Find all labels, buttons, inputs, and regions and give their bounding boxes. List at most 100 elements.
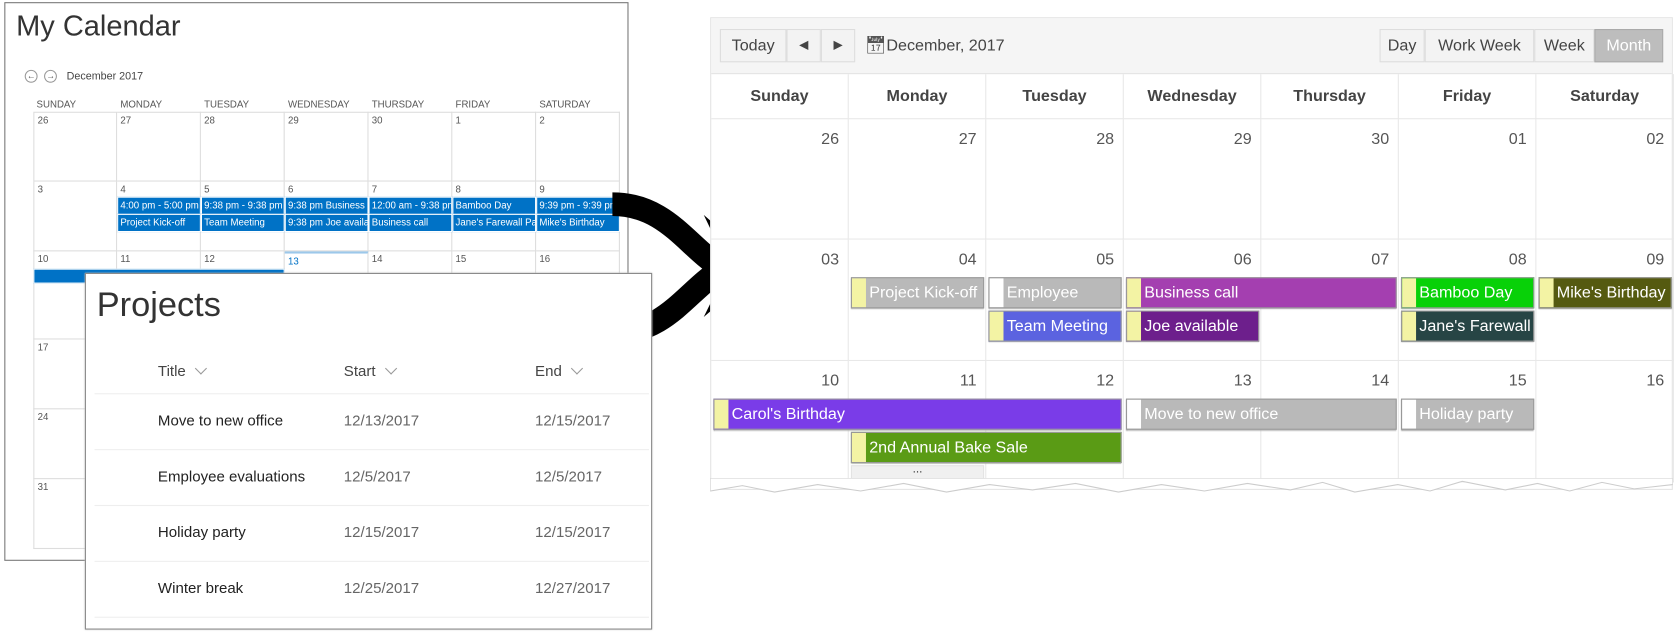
scheduler-event[interactable]: Bamboo Day <box>1401 277 1535 309</box>
view-day-button[interactable]: Day <box>1379 29 1425 63</box>
day-number: 08 <box>1508 250 1527 269</box>
table-row[interactable]: Winter break 12/25/2017 12/27/2017 <box>94 560 649 617</box>
calendar-event[interactable]: 9:38 pm Joe available <box>284 213 369 233</box>
day-cell[interactable]: 30 <box>1261 119 1399 240</box>
projects-title: Projects <box>96 284 221 324</box>
calendar-event[interactable]: 9:38 pm Business call <box>284 196 369 215</box>
day-cell[interactable]: 30 <box>368 111 453 182</box>
day-header: WEDNESDAY <box>287 98 350 110</box>
calendar-event[interactable]: Business call <box>368 213 453 233</box>
event-title: Mike's Birthday <box>1556 283 1666 302</box>
event-marker <box>1402 278 1417 308</box>
scheduler-event[interactable]: Carol's Birthday <box>713 398 1122 430</box>
day-number: 6 <box>287 183 294 195</box>
day-number: 13 <box>287 255 299 267</box>
day-header: Wednesday <box>1123 74 1262 120</box>
day-cell[interactable]: 27 <box>848 119 987 240</box>
day-number: 26 <box>37 114 49 126</box>
caret-left-icon[interactable]: ◀ <box>786 29 821 63</box>
day-cell[interactable]: 1 <box>452 111 537 182</box>
project-end: 12/15/2017 <box>535 523 611 541</box>
calendar-event[interactable]: Bamboo Day <box>452 196 537 215</box>
column-header-end[interactable]: End <box>535 362 583 379</box>
day-cell[interactable]: 26 <box>711 119 849 240</box>
calendar-event[interactable]: 12:00 am - 9:38 pm <box>368 196 453 215</box>
project-start: 12/15/2017 <box>343 523 420 541</box>
scheduler-event[interactable]: Move to new office <box>1125 398 1397 430</box>
day-cell[interactable]: 16 <box>1536 360 1674 483</box>
calendar-event[interactable]: 4:00 pm - 5:00 pm <box>117 196 201 215</box>
day-cell[interactable]: 02 <box>1536 119 1674 240</box>
day-cell[interactable]: 01 <box>1398 119 1537 240</box>
event-marker <box>851 278 866 308</box>
project-title: Employee evaluations <box>157 467 306 485</box>
table-row[interactable]: Employee evaluations 12/5/2017 12/5/2017 <box>94 449 649 505</box>
day-cell[interactable]: 27 <box>117 111 201 182</box>
day-number: 31 <box>37 481 49 493</box>
event-marker <box>1402 399 1417 429</box>
view-work-week-button[interactable]: Work Week <box>1424 29 1535 63</box>
event-title: Joe available <box>1144 316 1239 336</box>
calendar-event[interactable]: Jane's Farewall Party <box>452 213 537 233</box>
table-row[interactable]: Holiday party 12/15/2017 12/15/2017 <box>94 504 649 561</box>
day-cell[interactable]: 29 <box>1123 119 1262 240</box>
day-header: SATURDAY <box>539 98 591 110</box>
scheduler-event[interactable]: Mike's Birthday <box>1538 277 1672 309</box>
calendar-event[interactable]: Project Kick-off <box>117 213 201 233</box>
day-cell[interactable]: 03 <box>711 239 849 361</box>
month-label: December 2017 <box>66 70 144 83</box>
event-title: Business call <box>1144 283 1239 302</box>
scheduler-event[interactable]: Business call <box>1125 277 1397 309</box>
project-title: Move to new office <box>157 411 284 429</box>
column-header-start[interactable]: Start <box>343 362 397 380</box>
day-header: Thursday <box>1261 74 1399 120</box>
day-cell[interactable]: 29 <box>284 111 369 182</box>
day-cell[interactable]: 2 <box>536 111 620 182</box>
view-month-button[interactable]: Month <box>1594 29 1664 63</box>
scheduler-event[interactable]: Employee <box>988 277 1122 309</box>
more-events-button[interactable]: ... <box>850 464 985 480</box>
calendar-event[interactable]: 9:38 pm - 9:38 pm <box>200 196 285 215</box>
event-marker <box>1127 311 1142 341</box>
arrow-left-circle-icon[interactable]: ← <box>24 69 38 83</box>
scheduler-event[interactable]: Holiday party <box>1401 398 1535 430</box>
day-cell[interactable]: 28 <box>200 111 285 182</box>
day-number: 10 <box>37 253 49 265</box>
event-marker <box>851 432 866 462</box>
column-header-title[interactable]: Title <box>157 362 207 380</box>
arrow-right-circle-icon[interactable]: → <box>44 69 57 83</box>
chevron-down-icon <box>194 362 207 375</box>
day-number: 30 <box>1371 130 1390 149</box>
event-title: Team Meeting <box>1006 316 1108 336</box>
day-number: 02 <box>1646 130 1665 149</box>
today-button[interactable]: Today <box>719 29 787 63</box>
project-start: 12/25/2017 <box>343 579 420 597</box>
projects-list-panel: Projects Title Start End Move to new off… <box>84 272 653 630</box>
calendar-title: My Calendar <box>16 9 181 42</box>
table-row[interactable]: Move to new office 12/13/2017 12/15/2017 <box>94 393 649 449</box>
project-end: 12/5/2017 <box>535 467 602 485</box>
scheduler-event[interactable]: Joe available <box>1125 310 1260 342</box>
day-header: SUNDAY <box>36 98 77 110</box>
day-number: 27 <box>958 130 977 149</box>
day-cell[interactable]: 26 <box>33 111 118 182</box>
day-number: 30 <box>371 114 383 126</box>
column-label: Start <box>343 362 376 380</box>
scheduler-event[interactable]: Jane's Farewall <box>1401 310 1535 342</box>
torn-edge <box>710 478 1673 493</box>
scheduler-event[interactable]: Project Kick-off <box>850 277 985 309</box>
day-cell[interactable]: 3 <box>33 181 118 252</box>
event-title: Jane's Farewall <box>1419 316 1531 336</box>
calendar-icon[interactable]: 📅︎ <box>865 34 887 55</box>
column-label: Title <box>157 362 186 380</box>
day-number: 07 <box>1371 250 1390 269</box>
caret-right-icon[interactable]: ▶ <box>820 29 856 63</box>
event-marker <box>989 311 1004 341</box>
day-header: Friday <box>1398 74 1537 120</box>
calendar-event[interactable]: Team Meeting <box>200 213 285 233</box>
day-cell[interactable]: 28 <box>986 119 1124 240</box>
current-date[interactable]: December, 2017 <box>886 37 1004 55</box>
scheduler-event[interactable]: Team Meeting <box>988 310 1122 342</box>
scheduler-event[interactable]: 2nd Annual Bake Sale <box>850 431 1122 464</box>
view-week-button[interactable]: Week <box>1534 29 1595 63</box>
